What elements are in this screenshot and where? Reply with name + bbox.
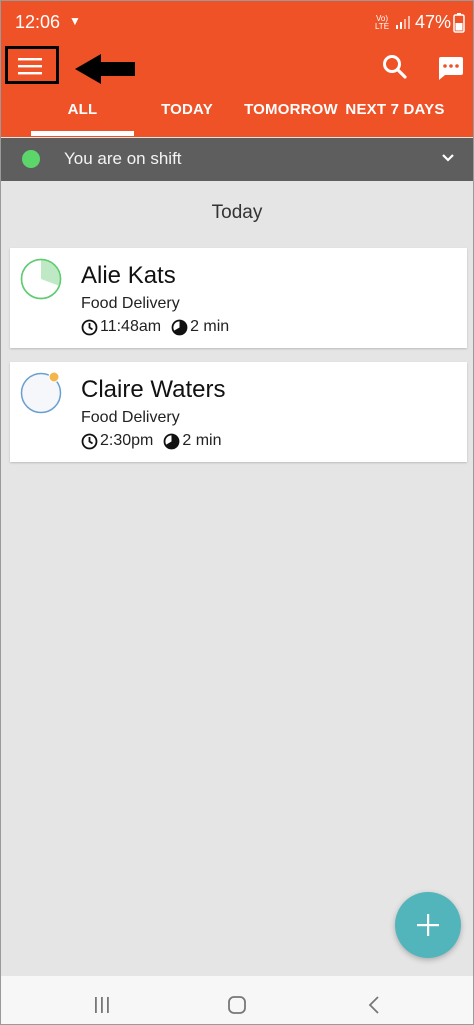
app-screen: 12:06 ▼ Vo) LTE 47% ALL TODAY TOMORROW N… <box>0 0 474 1025</box>
plus-icon <box>417 914 439 936</box>
back-icon[interactable] <box>367 995 381 1015</box>
tab-next-7-days[interactable]: NEXT 7 DAYS <box>345 93 445 137</box>
signal-icon <box>396 16 410 29</box>
clock-icon <box>81 433 98 449</box>
shift-status-text: You are on shift <box>64 149 182 168</box>
tab-selected-indicator <box>31 131 134 136</box>
hamburger-menu-icon <box>18 58 42 75</box>
menu-button[interactable] <box>13 53 47 79</box>
progress-pie-icon <box>20 258 62 300</box>
task-time: 11:48am <box>100 318 162 335</box>
recent-apps-icon[interactable] <box>92 995 112 1015</box>
system-nav-bar <box>1 976 473 1024</box>
add-task-button[interactable] <box>395 892 461 958</box>
battery-icon <box>453 13 465 33</box>
task-customer-name: Claire Waters <box>81 376 226 403</box>
task-duration: 2 min <box>190 318 230 335</box>
home-icon[interactable] <box>227 995 247 1015</box>
clock-icon <box>81 319 98 335</box>
search-icon[interactable] <box>381 53 409 81</box>
duration-icon <box>163 433 180 449</box>
status-time: 12:06 <box>15 12 61 32</box>
app-bar: 12:06 ▼ Vo) LTE 47% ALL TODAY TOMORROW N… <box>1 1 473 137</box>
battery-percent: 47% <box>415 12 452 32</box>
task-card[interactable]: Claire Waters Food Delivery 2:30pm 2 min <box>10 362 467 462</box>
shift-status-bar[interactable]: You are on shift <box>1 138 473 181</box>
task-card[interactable]: Alie Kats Food Delivery 11:48am 2 min <box>10 248 467 348</box>
tab-today[interactable]: TODAY <box>149 93 225 137</box>
task-meta: 11:48am 2 min <box>81 318 229 336</box>
task-type: Food Delivery <box>81 295 180 312</box>
arrow-left-icon <box>75 54 135 84</box>
volte-icon: Vo) LTE <box>374 14 390 31</box>
progress-pie-icon <box>20 371 62 414</box>
task-time: 2:30pm <box>100 432 154 449</box>
task-meta: 2:30pm 2 min <box>81 432 222 450</box>
task-type: Food Delivery <box>81 409 180 426</box>
duration-icon <box>171 319 188 335</box>
task-customer-name: Alie Kats <box>81 262 176 289</box>
tab-tomorrow[interactable]: TOMORROW <box>241 93 341 137</box>
shift-status-dot <box>22 150 40 168</box>
chat-bubble-icon[interactable] <box>435 53 465 83</box>
section-heading: Today <box>211 202 263 223</box>
chevron-down-icon[interactable] <box>441 152 455 164</box>
notification-chevron-icon: ▼ <box>69 14 81 28</box>
task-duration: 2 min <box>182 432 222 449</box>
